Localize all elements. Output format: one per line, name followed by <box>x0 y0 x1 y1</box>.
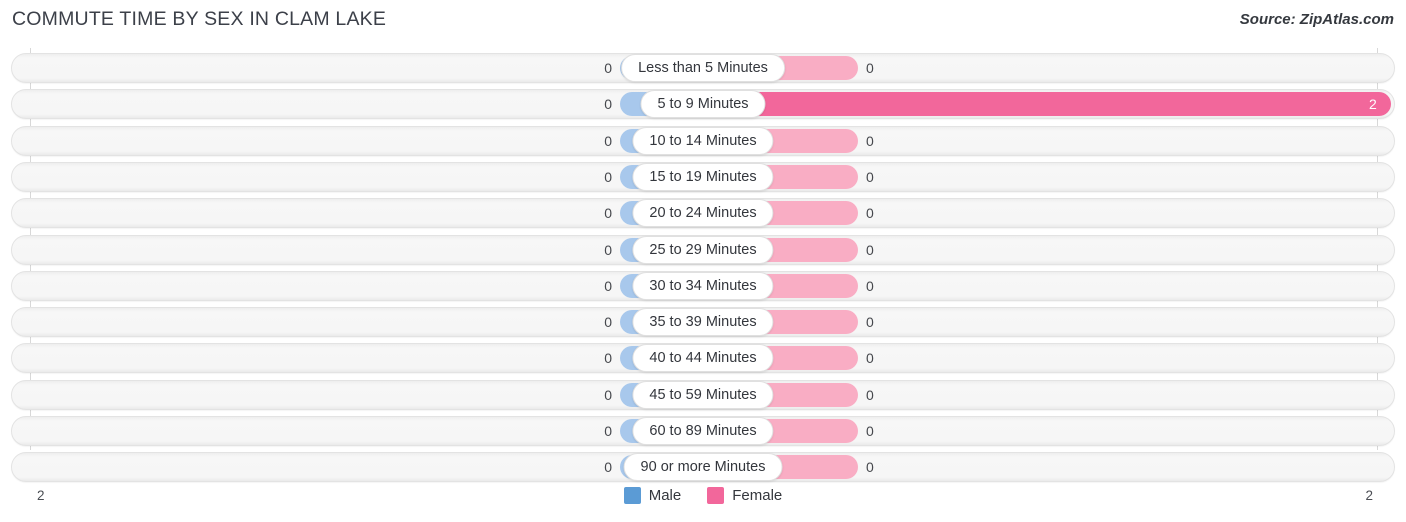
value-label-male: 0 <box>604 459 612 476</box>
value-label-male: 0 <box>604 96 612 113</box>
category-label: 25 to 29 Minutes <box>632 235 774 264</box>
category-label: 45 to 59 Minutes <box>632 380 774 409</box>
chart-row[interactable]: 0 0 35 to 39 Minutes <box>11 307 1395 338</box>
page-title: COMMUTE TIME BY SEX IN CLAM LAKE <box>12 8 387 30</box>
chart-page: COMMUTE TIME BY SEX IN CLAM LAKE Source:… <box>0 0 1406 522</box>
chart-row[interactable]: 0 0 10 to 14 Minutes <box>11 125 1395 156</box>
value-label-male: 0 <box>604 386 612 403</box>
chart-row[interactable]: 0 0 40 to 44 Minutes <box>11 343 1395 374</box>
category-label: 30 to 34 Minutes <box>632 271 774 300</box>
value-label-female: 0 <box>866 459 874 476</box>
value-label-female: 0 <box>866 132 874 149</box>
chart-row[interactable]: 0 0 90 or more Minutes <box>11 452 1395 483</box>
chart-plot-area: 0 0 Less than 5 Minutes 0 2 5 to 9 Minutes 0 0 1… <box>0 48 1406 486</box>
legend-item-male[interactable]: Male <box>623 487 682 504</box>
value-label-female: 0 <box>866 314 874 331</box>
value-label-female: 2 <box>1369 96 1377 113</box>
value-label-female: 0 <box>866 386 874 403</box>
category-label: 5 to 9 Minutes <box>640 90 766 119</box>
chart-row[interactable]: 0 0 45 to 59 Minutes <box>11 379 1395 410</box>
value-label-male: 0 <box>604 168 612 185</box>
chart-row[interactable]: 0 2 5 to 9 Minutes <box>11 89 1395 120</box>
value-label-female: 0 <box>866 241 874 258</box>
value-label-female: 0 <box>866 277 874 294</box>
legend-label-male: Male <box>648 487 682 504</box>
value-label-female: 0 <box>866 423 874 439</box>
value-label-female: 0 <box>866 60 874 76</box>
chart-legend: Male Female <box>0 487 1406 504</box>
chart-row[interactable]: 0 0 25 to 29 Minutes <box>11 234 1395 265</box>
category-label: 60 to 89 Minutes <box>632 417 774 445</box>
legend-swatch-male-icon <box>623 487 641 504</box>
value-label-male: 0 <box>604 241 612 258</box>
chart-row[interactable]: 0 0 60 to 89 Minutes <box>11 416 1395 446</box>
value-label-male: 0 <box>604 314 612 331</box>
value-label-male: 0 <box>604 277 612 294</box>
category-label: 90 or more Minutes <box>623 453 783 482</box>
value-label-female: 0 <box>866 168 874 185</box>
bar-female[interactable] <box>703 92 1391 117</box>
chart-row[interactable]: 0 0 30 to 34 Minutes <box>11 270 1395 301</box>
legend-label-female: Female <box>732 487 783 504</box>
category-label: 10 to 14 Minutes <box>632 126 774 155</box>
category-label: 35 to 39 Minutes <box>632 308 774 337</box>
chart-row[interactable]: 0 0 Less than 5 Minutes <box>11 53 1395 83</box>
source-attribution: Source: ZipAtlas.com <box>1239 11 1394 28</box>
category-label: Less than 5 Minutes <box>621 54 785 82</box>
value-label-male: 0 <box>604 60 612 76</box>
category-label: 40 to 44 Minutes <box>632 344 774 373</box>
chart-row[interactable]: 0 0 15 to 19 Minutes <box>11 161 1395 192</box>
value-label-male: 0 <box>604 350 612 367</box>
value-label-male: 0 <box>604 423 612 439</box>
category-label: 20 to 24 Minutes <box>632 199 774 228</box>
legend-item-female[interactable]: Female <box>707 487 782 504</box>
value-label-female: 0 <box>866 205 874 222</box>
chart-row[interactable]: 0 0 20 to 24 Minutes <box>11 198 1395 229</box>
value-label-male: 0 <box>604 132 612 149</box>
legend-swatch-female-icon <box>707 487 725 504</box>
category-label: 15 to 19 Minutes <box>632 162 774 191</box>
value-label-male: 0 <box>604 205 612 222</box>
value-label-female: 0 <box>866 350 874 367</box>
